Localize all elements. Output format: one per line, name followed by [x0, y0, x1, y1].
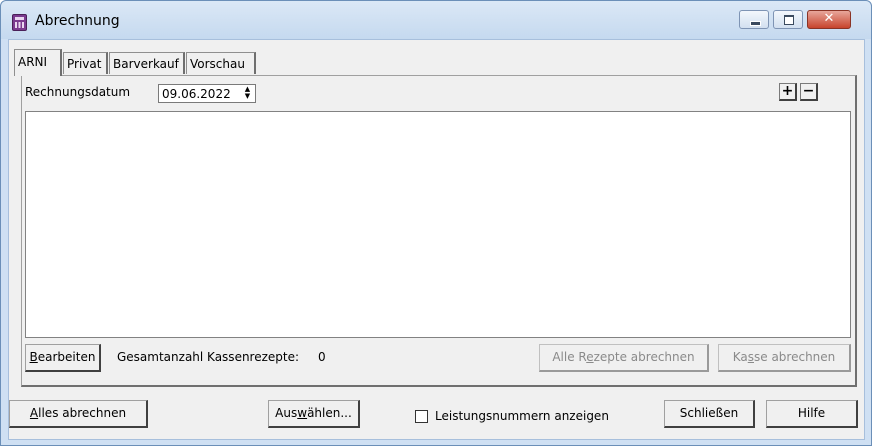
help-button[interactable]: Hilfe [766, 400, 858, 428]
tab-panel-arni: Rechnungsdatum 09.06.2022 ▲ ▼ + − Bearbe… [21, 75, 857, 387]
add-button[interactable]: + [779, 83, 797, 101]
invoice-date-value: 09.06.2022 [162, 87, 231, 101]
dialog-client-area: ARNI Privat Barverkauf Vorschau Rechnung… [8, 39, 865, 440]
total-prescriptions-count: 0 [318, 350, 326, 364]
close-button[interactable]: Schließen [664, 400, 755, 428]
tab-vorschau[interactable]: Vorschau [186, 52, 256, 74]
tab-barverkauf[interactable]: Barverkauf [109, 52, 185, 74]
date-spinner[interactable]: ▲ ▼ [241, 86, 254, 101]
edit-button[interactable]: Bearbeiten [25, 344, 101, 372]
bill-cash-button[interactable]: Kasse abrechnen [718, 344, 851, 372]
invoice-date-label: Rechnungsdatum [25, 85, 131, 99]
total-prescriptions-label: Gesamtanzahl Kassenrezepte: [117, 350, 300, 364]
tab-label: Barverkauf [113, 57, 179, 71]
bill-all-prescriptions-button[interactable]: Alle Rezepte abrechnen [539, 344, 709, 372]
maximize-icon [784, 15, 794, 25]
calculator-app-icon [12, 14, 27, 31]
tab-privat[interactable]: Privat [63, 52, 108, 74]
bill-all-button[interactable]: Alles abrechnen [9, 400, 148, 428]
title-bar[interactable]: Abrechnung ✕ [1, 1, 871, 39]
tab-label: Privat [67, 57, 102, 71]
minimize-icon [750, 21, 761, 26]
maximize-button[interactable] [773, 10, 803, 29]
prescription-list[interactable] [25, 111, 851, 338]
service-numbers-checkbox[interactable] [415, 410, 428, 423]
close-icon: ✕ [823, 11, 835, 26]
tab-label: Vorschau [190, 57, 245, 71]
minimize-button[interactable] [739, 10, 769, 29]
spin-down-icon[interactable]: ▼ [241, 93, 254, 100]
window-title: Abrechnung [35, 13, 120, 29]
select-button[interactable]: Auswählen... [268, 400, 360, 428]
remove-button[interactable]: − [800, 83, 818, 101]
close-window-button[interactable]: ✕ [807, 10, 851, 29]
service-numbers-label[interactable]: Leistungsnummern anzeigen [435, 409, 609, 423]
window: Abrechnung ✕ ARNI Privat Barverkauf Vors… [0, 0, 872, 446]
tab-label: ARNI [18, 55, 48, 69]
invoice-date-picker[interactable]: 09.06.2022 ▲ ▼ [158, 84, 256, 103]
tab-arni[interactable]: ARNI [14, 49, 62, 76]
